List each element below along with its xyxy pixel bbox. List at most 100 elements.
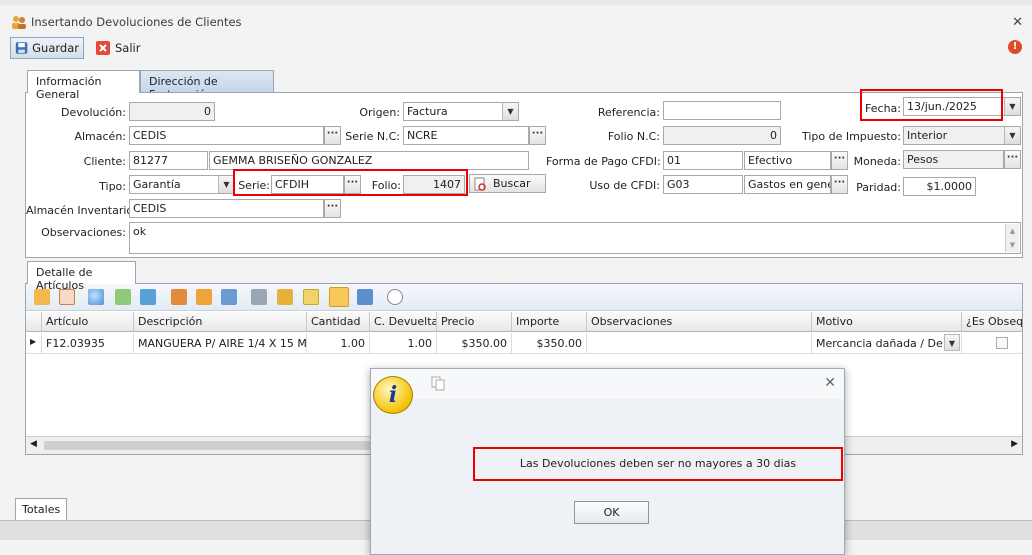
- save-icon: [15, 42, 28, 54]
- obsequio-checkbox[interactable]: [996, 337, 1008, 349]
- sort-icon[interactable]: [251, 289, 267, 305]
- window-title: Insertando Devoluciones de Clientes: [31, 15, 242, 29]
- forma-pago-label: Forma de Pago CFDI:: [546, 155, 661, 168]
- cell-c-devuelta[interactable]: 1.00: [370, 333, 437, 354]
- cliente-name-field[interactable]: GEMMA BRISEÑO GONZALEZ: [209, 151, 529, 170]
- forma-pago-code-field[interactable]: 01: [663, 151, 743, 170]
- dialog-close-icon[interactable]: ✕: [824, 375, 836, 391]
- origen-value: Factura: [407, 105, 448, 118]
- cell-es-obsequio[interactable]: [962, 333, 1022, 354]
- serie-field[interactable]: CFDIH: [271, 175, 344, 194]
- paridad-label: Paridad:: [856, 181, 901, 194]
- devolucion-label: Devolución:: [60, 106, 126, 119]
- tab-direccion-facturacion[interactable]: Dirección de Facturación: [140, 70, 274, 101]
- cell-precio[interactable]: $350.00: [437, 333, 512, 354]
- referencia-field[interactable]: [663, 101, 781, 120]
- observaciones-field[interactable]: ok ▲ ▼: [129, 222, 1021, 254]
- scroll-right-icon[interactable]: ▶: [1011, 439, 1018, 449]
- tipo-impuesto-select[interactable]: Interior ▼: [903, 126, 1021, 145]
- almacen-field[interactable]: CEDIS: [129, 126, 324, 145]
- origen-select[interactable]: Factura ▼: [403, 102, 519, 121]
- col-articulo[interactable]: Artículo: [42, 312, 134, 332]
- paridad-field[interactable]: $1.0000: [903, 177, 976, 196]
- grid-view-icon[interactable]: [303, 289, 319, 305]
- row-indicator-header: [26, 312, 42, 332]
- close-icon[interactable]: ✕: [1012, 15, 1023, 30]
- folio-field: 1407: [403, 175, 465, 194]
- import-icon[interactable]: [140, 289, 156, 305]
- chevron-down-icon[interactable]: ▼: [1004, 127, 1020, 144]
- folio-label: Folio:: [371, 179, 401, 192]
- filter-icon[interactable]: [196, 289, 212, 305]
- group-icon[interactable]: [221, 289, 237, 305]
- col-observaciones[interactable]: Observaciones: [587, 312, 812, 332]
- export-icon[interactable]: [115, 289, 131, 305]
- refresh-icon[interactable]: [387, 289, 403, 305]
- search-icon[interactable]: [88, 289, 104, 305]
- exit-button[interactable]: Salir: [91, 37, 144, 59]
- serie-lookup-button[interactable]: ···: [344, 175, 361, 194]
- grid-header: Artículo Descripción Cantidad C. Devuelt…: [26, 312, 1022, 332]
- tipo-select[interactable]: Garantía ▼: [129, 175, 235, 194]
- chevron-down-icon[interactable]: ▼: [944, 334, 960, 351]
- cliente-label: Cliente:: [83, 155, 126, 168]
- uso-cfdi-code-field[interactable]: G03: [663, 175, 743, 194]
- error-icon: !: [1008, 40, 1022, 54]
- dialog-message: Las Devoluciones deben ser no mayores a …: [473, 447, 843, 481]
- cell-observaciones[interactable]: [587, 333, 812, 354]
- scroll-left-icon[interactable]: ◀: [30, 439, 37, 449]
- almacen-inventario-lookup-button[interactable]: ···: [324, 199, 341, 218]
- almacen-inventario-field[interactable]: CEDIS: [129, 199, 324, 218]
- buscar-button[interactable]: Buscar: [469, 174, 546, 193]
- message-dialog: ✕ i Las Devoluciones deben ser no mayore…: [370, 368, 845, 555]
- tipo-value: Garantía: [133, 178, 181, 191]
- fecha-field[interactable]: 13/jun./2025 ▼: [903, 97, 1021, 116]
- tipo-impuesto-value: Interior: [907, 129, 948, 142]
- serie-label: Serie:: [238, 179, 270, 192]
- cell-motivo[interactable]: Mercancia dañada / De... ▼: [812, 333, 962, 354]
- save-label: Guardar: [32, 41, 79, 55]
- cell-articulo[interactable]: F12.03935: [42, 333, 134, 354]
- moneda-lookup-button[interactable]: ···: [1004, 150, 1021, 169]
- calendar-dropdown-icon[interactable]: ▼: [1004, 98, 1020, 115]
- col-descripcion[interactable]: Descripción: [134, 312, 307, 332]
- cell-importe[interactable]: $350.00: [512, 333, 587, 354]
- summary-icon[interactable]: [357, 289, 373, 305]
- scroll-thumb[interactable]: [44, 441, 374, 450]
- column-chooser-icon[interactable]: [171, 289, 187, 305]
- tab-totales[interactable]: Totales: [15, 498, 68, 520]
- save-button[interactable]: Guardar: [10, 37, 84, 59]
- chevron-down-icon[interactable]: ▼: [502, 103, 518, 120]
- almacen-label: Almacén:: [74, 130, 126, 143]
- expand-icon[interactable]: [277, 289, 293, 305]
- referencia-label: Referencia:: [597, 106, 660, 119]
- cell-descripcion[interactable]: MANGUERA P/ AIRE 1/4 X 15 M...: [134, 333, 307, 354]
- chevron-down-icon[interactable]: ▼: [218, 176, 234, 193]
- toolbar: Guardar Salir: [0, 35, 1032, 61]
- col-motivo[interactable]: Motivo: [812, 312, 962, 332]
- textarea-scrollbar[interactable]: ▲ ▼: [1005, 224, 1019, 252]
- col-es-obsequio[interactable]: ¿Es Obsequ: [962, 312, 1022, 332]
- col-c-devuelta[interactable]: C. Devuelta: [370, 312, 437, 332]
- table-row[interactable]: ▶ F12.03935 MANGUERA P/ AIRE 1/4 X 15 M.…: [26, 333, 1022, 354]
- col-importe[interactable]: Importe: [512, 312, 587, 332]
- copy-icon[interactable]: [431, 376, 446, 391]
- col-cantidad[interactable]: Cantidad: [307, 312, 370, 332]
- forma-pago-desc-field[interactable]: Efectivo: [744, 151, 831, 170]
- moneda-label: Moneda:: [853, 155, 901, 168]
- table-view-icon[interactable]: [329, 287, 349, 307]
- observaciones-label: Observaciones:: [41, 226, 126, 239]
- cliente-code-field[interactable]: 81277: [129, 151, 208, 170]
- serie-nc-field[interactable]: NCRE: [403, 126, 529, 145]
- uso-cfdi-desc-field[interactable]: Gastos en gener: [744, 175, 831, 194]
- tab-detalle-articulos[interactable]: Detalle de Artículos: [27, 261, 136, 292]
- row-pointer-icon: ▶: [26, 333, 42, 354]
- tab-informacion-general[interactable]: Información General: [27, 70, 140, 101]
- serie-nc-label: Serie N.C:: [345, 130, 400, 143]
- ok-button[interactable]: OK: [574, 501, 649, 524]
- serie-nc-lookup-button[interactable]: ···: [529, 126, 546, 145]
- cell-cantidad[interactable]: 1.00: [307, 333, 370, 354]
- document-search-icon: [474, 177, 486, 191]
- col-precio[interactable]: Precio: [437, 312, 512, 332]
- title-bar: Insertando Devoluciones de Clientes ✕: [0, 5, 1032, 35]
